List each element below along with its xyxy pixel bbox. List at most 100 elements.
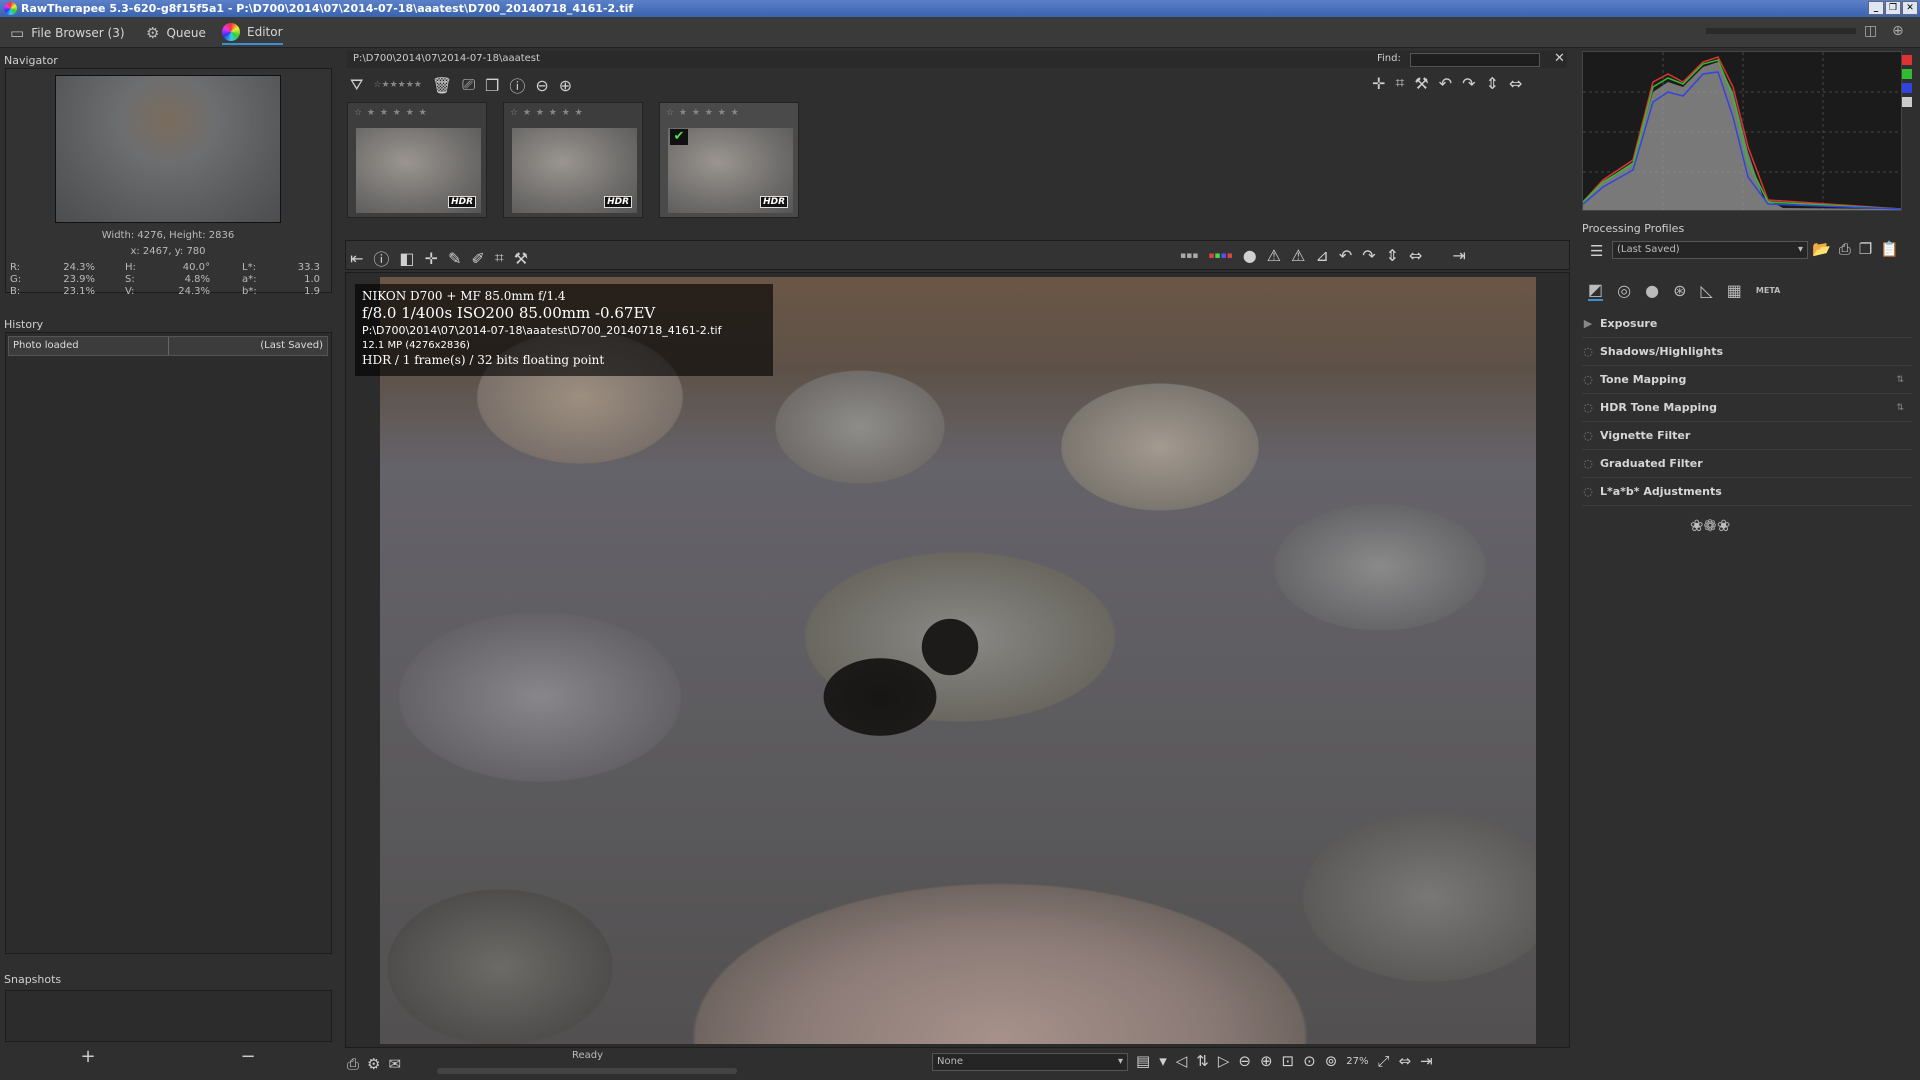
focus-mask-icon[interactable]: ●	[1243, 246, 1257, 265]
crop-icon[interactable]: ⌗	[1395, 73, 1404, 93]
queue-icon[interactable]: ⚙	[367, 1055, 380, 1073]
tab-queue[interactable]: ⚙ Queue	[146, 21, 206, 45]
channel-preview-icon[interactable]: ▪▪▪▪	[1208, 251, 1232, 261]
tool-graduated-filter[interactable]: ◌ Graduated Filter	[1582, 450, 1912, 478]
flip-vertical-icon[interactable]: ⇕	[1486, 74, 1499, 93]
history-entry[interactable]: Photo loaded (Last Saved)	[8, 336, 328, 356]
histogram[interactable]	[1582, 51, 1902, 211]
rank-filter-icon[interactable]: ☆★★★★★	[373, 80, 421, 90]
blue-channel-toggle[interactable]	[1902, 83, 1912, 93]
tool-exposure[interactable]: ▶ Exposure	[1582, 310, 1912, 338]
histogram-toggle-icon[interactable]: ⊿	[1315, 246, 1328, 265]
luminance-toggle[interactable]	[1902, 97, 1912, 107]
tool-tone-mapping[interactable]: ◌ Tone Mapping ⇅	[1582, 366, 1912, 394]
copy-icon[interactable]: ❐	[485, 76, 499, 95]
tool-hdr-tone-mapping[interactable]: ◌ HDR Tone Mapping ⇅	[1582, 394, 1912, 422]
highlight-clip-icon[interactable]: ⚠	[1291, 246, 1305, 265]
zoom-in-icon[interactable]: ⊕	[1260, 1052, 1273, 1070]
rotate-right-icon[interactable]: ↷	[1462, 74, 1475, 93]
new-window-icon[interactable]: ⤢	[1378, 1052, 1390, 1070]
fullscreen-icon[interactable]: ⊕	[1892, 23, 1904, 39]
thumbnail[interactable]: ☆ ★ ★ ★ ★ ★ HDR	[503, 102, 643, 218]
green-channel-toggle[interactable]	[1902, 69, 1912, 79]
raw-tab-icon[interactable]: ▦	[1727, 281, 1742, 300]
add-snapshot-button[interactable]: +	[80, 1046, 95, 1067]
find-input[interactable]	[1410, 53, 1540, 67]
flip-horizontal-icon[interactable]: ⇔	[1409, 246, 1422, 265]
meta-tab[interactable]: META	[1756, 286, 1780, 295]
hide-right-icon[interactable]: ⇥	[1420, 1052, 1433, 1070]
top-slider[interactable]	[1706, 28, 1856, 34]
paste-profile-icon[interactable]: 📋	[1880, 240, 1899, 258]
shadow-clip-icon[interactable]: ⚠	[1267, 246, 1281, 265]
flip-horizontal-icon[interactable]: ⇔	[1509, 74, 1522, 93]
expand-icon[interactable]: ▶	[1582, 317, 1594, 330]
red-channel-toggle[interactable]	[1902, 55, 1912, 65]
thumbnail-rating[interactable]: ☆ ★ ★ ★ ★ ★	[354, 108, 428, 118]
thumbnail-selected[interactable]: ☆ ★ ★ ★ ★ ★ ✔ HDR	[659, 102, 799, 218]
tab-file-browser[interactable]: ▭ File Browser (3)	[10, 21, 125, 45]
before-after-icon[interactable]: ◧	[399, 249, 414, 268]
navigate-sync-icon[interactable]: ⇅	[1196, 1052, 1209, 1070]
zoom-out-icon[interactable]: ⊖	[1238, 1052, 1251, 1070]
info-icon[interactable]: ⓘ	[373, 246, 389, 270]
crosshair-icon[interactable]: ✛	[1372, 74, 1385, 93]
power-toggle-icon[interactable]: ◌	[1582, 485, 1594, 498]
color-tab-icon[interactable]: ●	[1645, 281, 1659, 300]
rotate-left-icon[interactable]: ↶	[1339, 246, 1352, 265]
info-icon[interactable]: ⓘ	[509, 73, 525, 97]
zoom-out-icon[interactable]: ⊖	[535, 76, 548, 95]
rotate-right-icon[interactable]: ↷	[1362, 246, 1375, 265]
preset-select[interactable]: None ▾	[932, 1053, 1128, 1071]
close-button[interactable]: ✕	[1902, 1, 1918, 15]
advanced-tab-icon[interactable]: ⊛	[1673, 281, 1686, 300]
zoom-100-icon[interactable]: ⊙	[1303, 1052, 1316, 1070]
background-color-icon[interactable]: ▪▪▪	[1180, 251, 1198, 261]
maximize-button[interactable]: ❐	[1885, 1, 1901, 15]
power-toggle-icon[interactable]: ◌	[1582, 401, 1594, 414]
save-icon[interactable]: ⎙	[347, 1055, 359, 1073]
thumbnail[interactable]: ☆ ★ ★ ★ ★ ★ HDR	[347, 102, 487, 218]
close-find-icon[interactable]: ✕	[1554, 51, 1565, 66]
crop-icon[interactable]: ⌗	[495, 248, 504, 268]
navigator-thumbnail[interactable]	[55, 75, 281, 223]
hide-right-panel-icon[interactable]: ⇥	[1452, 246, 1465, 265]
rotate-left-icon[interactable]: ↶	[1439, 74, 1452, 93]
tab-editor[interactable]: Editor	[222, 21, 283, 45]
power-toggle-icon[interactable]: ◌	[1582, 457, 1594, 470]
external-editor-icon[interactable]: ✉	[388, 1055, 401, 1073]
transform-tab-icon[interactable]: ◺	[1700, 281, 1712, 300]
remove-snapshot-button[interactable]: −	[240, 1046, 255, 1067]
tool-shadows-highlights[interactable]: ◌ Shadows/Highlights	[1582, 338, 1912, 366]
straighten-icon[interactable]: ⚒	[514, 249, 528, 268]
tool-vignette-filter[interactable]: ◌ Vignette Filter	[1582, 422, 1912, 450]
tool-lab-adjustments[interactable]: ◌ L*a*b* Adjustments	[1582, 478, 1912, 506]
stamp-icon[interactable]: ⚒	[1414, 74, 1428, 93]
open-profile-icon[interactable]: 📂	[1812, 240, 1831, 258]
minimize-button[interactable]: _	[1868, 1, 1884, 15]
panel-layout-icon[interactable]: ◫	[1864, 23, 1877, 39]
hide-left-panel-icon[interactable]: ⇤	[350, 249, 363, 268]
exposure-tab-icon[interactable]: ◩	[1588, 280, 1604, 301]
detail-tab-icon[interactable]: ◎	[1617, 281, 1631, 300]
thumbnail-rating[interactable]: ☆ ★ ★ ★ ★ ★	[666, 108, 740, 118]
main-preview-image[interactable]	[380, 277, 1536, 1044]
fullscreen-icon[interactable]: ⇔	[1399, 1052, 1412, 1070]
zoom-crop-icon[interactable]: ⊚	[1325, 1052, 1338, 1070]
white-balance-icon[interactable]: ✐	[471, 249, 484, 268]
zoom-in-icon[interactable]: ⊕	[559, 76, 572, 95]
tonecurve-icon[interactable]: ▤	[1136, 1052, 1150, 1070]
profile-select[interactable]: (Last Saved) ▾	[1612, 241, 1808, 259]
filter-icon[interactable]: ⛛	[350, 75, 363, 95]
copy-profile-icon[interactable]: ❐	[1859, 240, 1872, 258]
zoom-fit-icon[interactable]: ⊡	[1282, 1052, 1295, 1070]
power-toggle-icon[interactable]: ◌	[1582, 345, 1594, 358]
navigate-prev-icon[interactable]: ◁	[1176, 1052, 1188, 1070]
thumbnail-rating[interactable]: ☆ ★ ★ ★ ★ ★	[510, 108, 584, 118]
power-toggle-icon[interactable]: ◌	[1582, 373, 1594, 386]
trash-filter-icon[interactable]: ⎚	[462, 75, 475, 95]
color-picker-icon[interactable]: ✎	[448, 249, 461, 268]
flip-vertical-icon[interactable]: ⇕	[1386, 246, 1399, 265]
power-toggle-icon[interactable]: ◌	[1582, 429, 1594, 442]
dropdown-arrow-icon[interactable]: ▾	[1159, 1052, 1167, 1070]
